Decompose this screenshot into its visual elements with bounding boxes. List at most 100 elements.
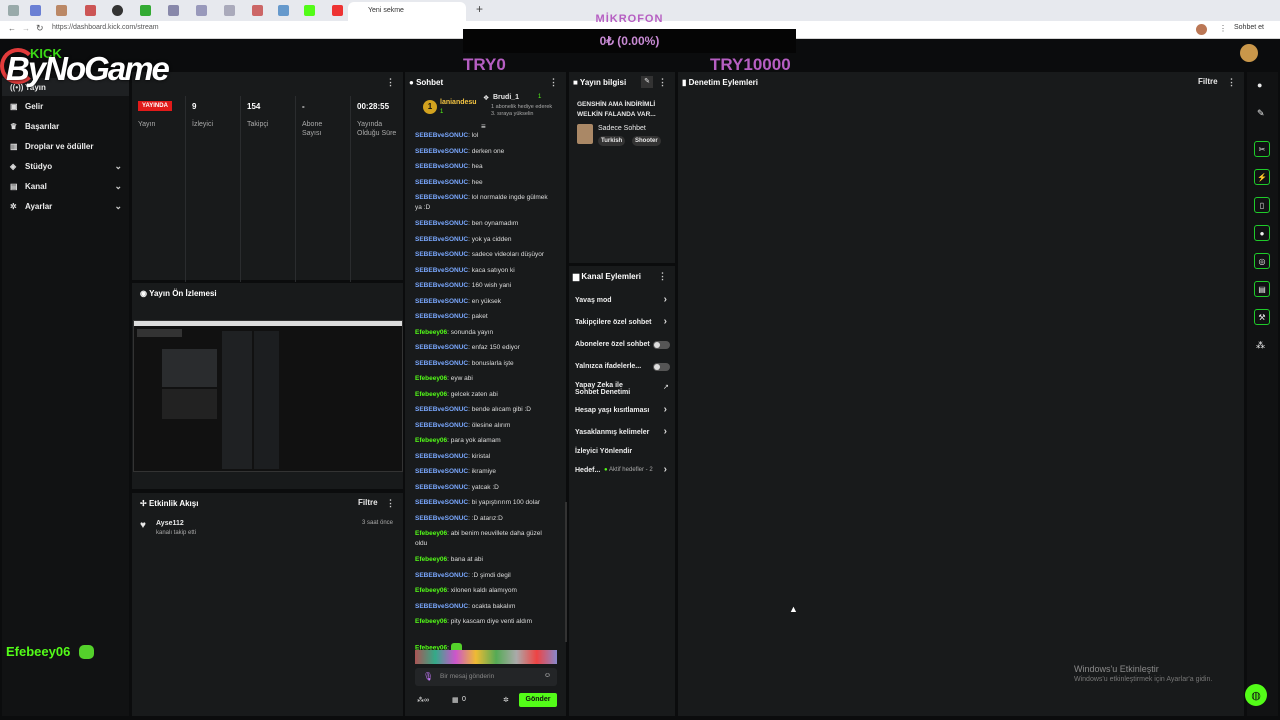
slow-mode-row[interactable]: Yavaş mod ›	[575, 294, 671, 305]
help-chat-button[interactable]: ◍	[1245, 684, 1267, 706]
chat-input[interactable]: 🎙 Bir mesaj gönderin ☺	[415, 668, 557, 686]
rail-button-chat-icon[interactable]: ●	[1254, 225, 1270, 241]
chat-username[interactable]: Efebeey06	[415, 618, 447, 625]
rail-button-note-icon[interactable]: ▯	[1254, 197, 1270, 213]
tab-icon[interactable]	[278, 5, 289, 16]
chat-username[interactable]: Efebeey06	[415, 329, 447, 336]
emoji-icon[interactable]: ☺	[544, 672, 551, 679]
chat-username[interactable]: SEBEBveSONUC	[415, 251, 468, 258]
sidebar-item-studyo[interactable]: ◈ Stüdyo ⌄	[10, 159, 122, 173]
tab-icon[interactable]	[140, 5, 151, 16]
host-row[interactable]: İzleyici Yönlendir	[575, 448, 671, 455]
chat-username[interactable]: SEBEBveSONUC	[415, 499, 468, 506]
account-age-row[interactable]: Hesap yaşı kısıtlaması ›	[575, 404, 671, 415]
tab-icon[interactable]	[168, 5, 179, 16]
rail-button-print-icon[interactable]: ▤	[1254, 281, 1270, 297]
chat-username[interactable]: SEBEBveSONUC	[415, 515, 468, 522]
chat-username[interactable]: Efebeey06	[415, 437, 447, 444]
info-icon[interactable]: ●	[1257, 80, 1262, 90]
forward-arrow-icon[interactable]: →	[22, 24, 30, 33]
stream-preview-video[interactable]	[133, 320, 403, 472]
send-button[interactable]: Gönder	[519, 693, 557, 707]
chat-username[interactable]: SEBEBveSONUC	[415, 484, 468, 491]
chat-username[interactable]: Efebeey06	[415, 556, 447, 563]
chat-username[interactable]: SEBEBveSONUC	[415, 360, 468, 367]
rail-button-clip-icon[interactable]: ✂	[1254, 141, 1270, 157]
chat-username[interactable]: Efebeey06	[415, 391, 447, 398]
menu-dots-icon[interactable]: ⋮	[658, 77, 667, 88]
chat-username[interactable]: SEBEBveSONUC	[415, 282, 468, 289]
followers-only-row[interactable]: Takipçilere özel sohbet ›	[575, 316, 671, 327]
url-text[interactable]: https://dashboard.kick.com/stream	[52, 24, 159, 31]
youtube-tab-icon[interactable]	[332, 5, 343, 16]
moderation-filter-button[interactable]: Filtre	[1198, 77, 1218, 86]
activity-filter-button[interactable]: Filtre	[358, 498, 378, 507]
menu-dots-icon[interactable]: ⋮	[658, 271, 667, 282]
tab-icon[interactable]	[56, 5, 67, 16]
chat-username[interactable]: SEBEBveSONUC	[415, 603, 468, 610]
chat-username[interactable]: Efebeey06	[415, 587, 447, 594]
chat-username[interactable]: SEBEBveSONUC	[415, 163, 468, 170]
menu-dots-icon[interactable]: ⋮	[386, 77, 395, 88]
chat-username[interactable]: SEBEBveSONUC	[415, 194, 468, 201]
chat-username[interactable]: SEBEBveSONUC	[415, 344, 468, 351]
filter-icon[interactable]: ≡	[481, 122, 486, 131]
reload-icon[interactable]: ↻	[36, 23, 44, 34]
sohbet-et-button[interactable]: Sohbet et	[1234, 24, 1264, 31]
mic-icon[interactable]: 🎙	[423, 672, 433, 681]
chat-username[interactable]: SEBEBveSONUC	[415, 267, 468, 274]
emotes-only-toggle[interactable]	[653, 363, 670, 371]
chat-username[interactable]: SEBEBveSONUC	[415, 298, 468, 305]
gear-icon[interactable]: ✲	[503, 696, 509, 704]
menu-dots-icon[interactable]: ⋮	[549, 77, 558, 88]
tab-icon[interactable]	[85, 5, 96, 16]
chat-username[interactable]: SEBEBveSONUC	[415, 406, 468, 413]
sidebar-item-gelir[interactable]: ▣ Gelir	[10, 99, 43, 113]
sidebar-item-ayarlar[interactable]: ✲ Ayarlar ⌄	[10, 199, 122, 213]
banned-words-row[interactable]: Yasaklanmış kelimeler ›	[575, 426, 671, 437]
chat-username[interactable]: SEBEBveSONUC	[415, 572, 468, 579]
external-link-icon[interactable]: ↗	[663, 383, 669, 391]
chat-username[interactable]: SEBEBveSONUC	[415, 220, 468, 227]
chat-username[interactable]: SEBEBveSONUC	[415, 179, 468, 186]
chat-username[interactable]: SEBEBveSONUC	[415, 453, 468, 460]
menu-dots-icon[interactable]: ⋮	[1227, 77, 1236, 88]
ai-moderation-row[interactable]: Yapay Zeka ile Sohbet Denetimi	[575, 382, 645, 396]
tab-icon[interactable]	[112, 5, 123, 16]
sidebar-item-kanal[interactable]: ▤ Kanal ⌄	[10, 179, 122, 193]
tab-icon[interactable]	[196, 5, 207, 16]
menu-dots-icon[interactable]: ⋮	[1219, 24, 1227, 33]
chat-username[interactable]: SEBEBveSONUC	[415, 422, 468, 429]
avatar[interactable]	[1240, 44, 1258, 62]
chat-text: para yok alamam	[450, 437, 501, 444]
rail-button-wrench-icon[interactable]: ⚒	[1254, 309, 1270, 325]
chat-username[interactable]: SEBEBveSONUC	[415, 236, 468, 243]
kick-tab-icon[interactable]	[304, 5, 315, 16]
sidebar-item-basarilar[interactable]: ♛ Başarılar	[10, 119, 59, 133]
tab-icon[interactable]	[30, 5, 41, 16]
sidebar-item-droplar[interactable]: ▥ Droplar ve ödüller	[10, 139, 93, 153]
back-arrow-icon[interactable]: ←	[8, 24, 16, 33]
chat-username[interactable]: SEBEBveSONUC	[415, 313, 468, 320]
edit-icon[interactable]: ✎	[1257, 108, 1265, 119]
avatar[interactable]	[1196, 24, 1207, 35]
chat-scrollbar[interactable]	[565, 502, 567, 642]
chat-username[interactable]: SEBEBveSONUC	[415, 132, 468, 139]
subscribers-only-toggle[interactable]	[653, 341, 670, 349]
emote-bar[interactable]	[415, 650, 557, 664]
chat-username[interactable]: SEBEBveSONUC	[415, 148, 468, 155]
chat-username[interactable]: SEBEBveSONUC	[415, 468, 468, 475]
chat-username[interactable]: Efebeey06	[415, 375, 447, 382]
tab-list-icon[interactable]	[8, 5, 19, 16]
tab-active[interactable]: Yeni sekme	[348, 2, 466, 21]
points-icon[interactable]: ⁂∞	[417, 696, 429, 704]
rail-button-bolt-icon[interactable]: ⚡	[1254, 169, 1270, 185]
edit-icon[interactable]: ✎	[641, 76, 653, 88]
chat-username[interactable]: Efebeey06	[415, 530, 447, 537]
tab-icon[interactable]	[252, 5, 263, 16]
tab-icon[interactable]	[224, 5, 235, 16]
menu-dots-icon[interactable]: ⋮	[386, 498, 395, 509]
gift-box-icon[interactable]: ▦	[452, 696, 459, 704]
rail-button-broadcast-icon[interactable]: ◎	[1254, 253, 1270, 269]
points-icon[interactable]: ⁂	[1256, 340, 1265, 351]
